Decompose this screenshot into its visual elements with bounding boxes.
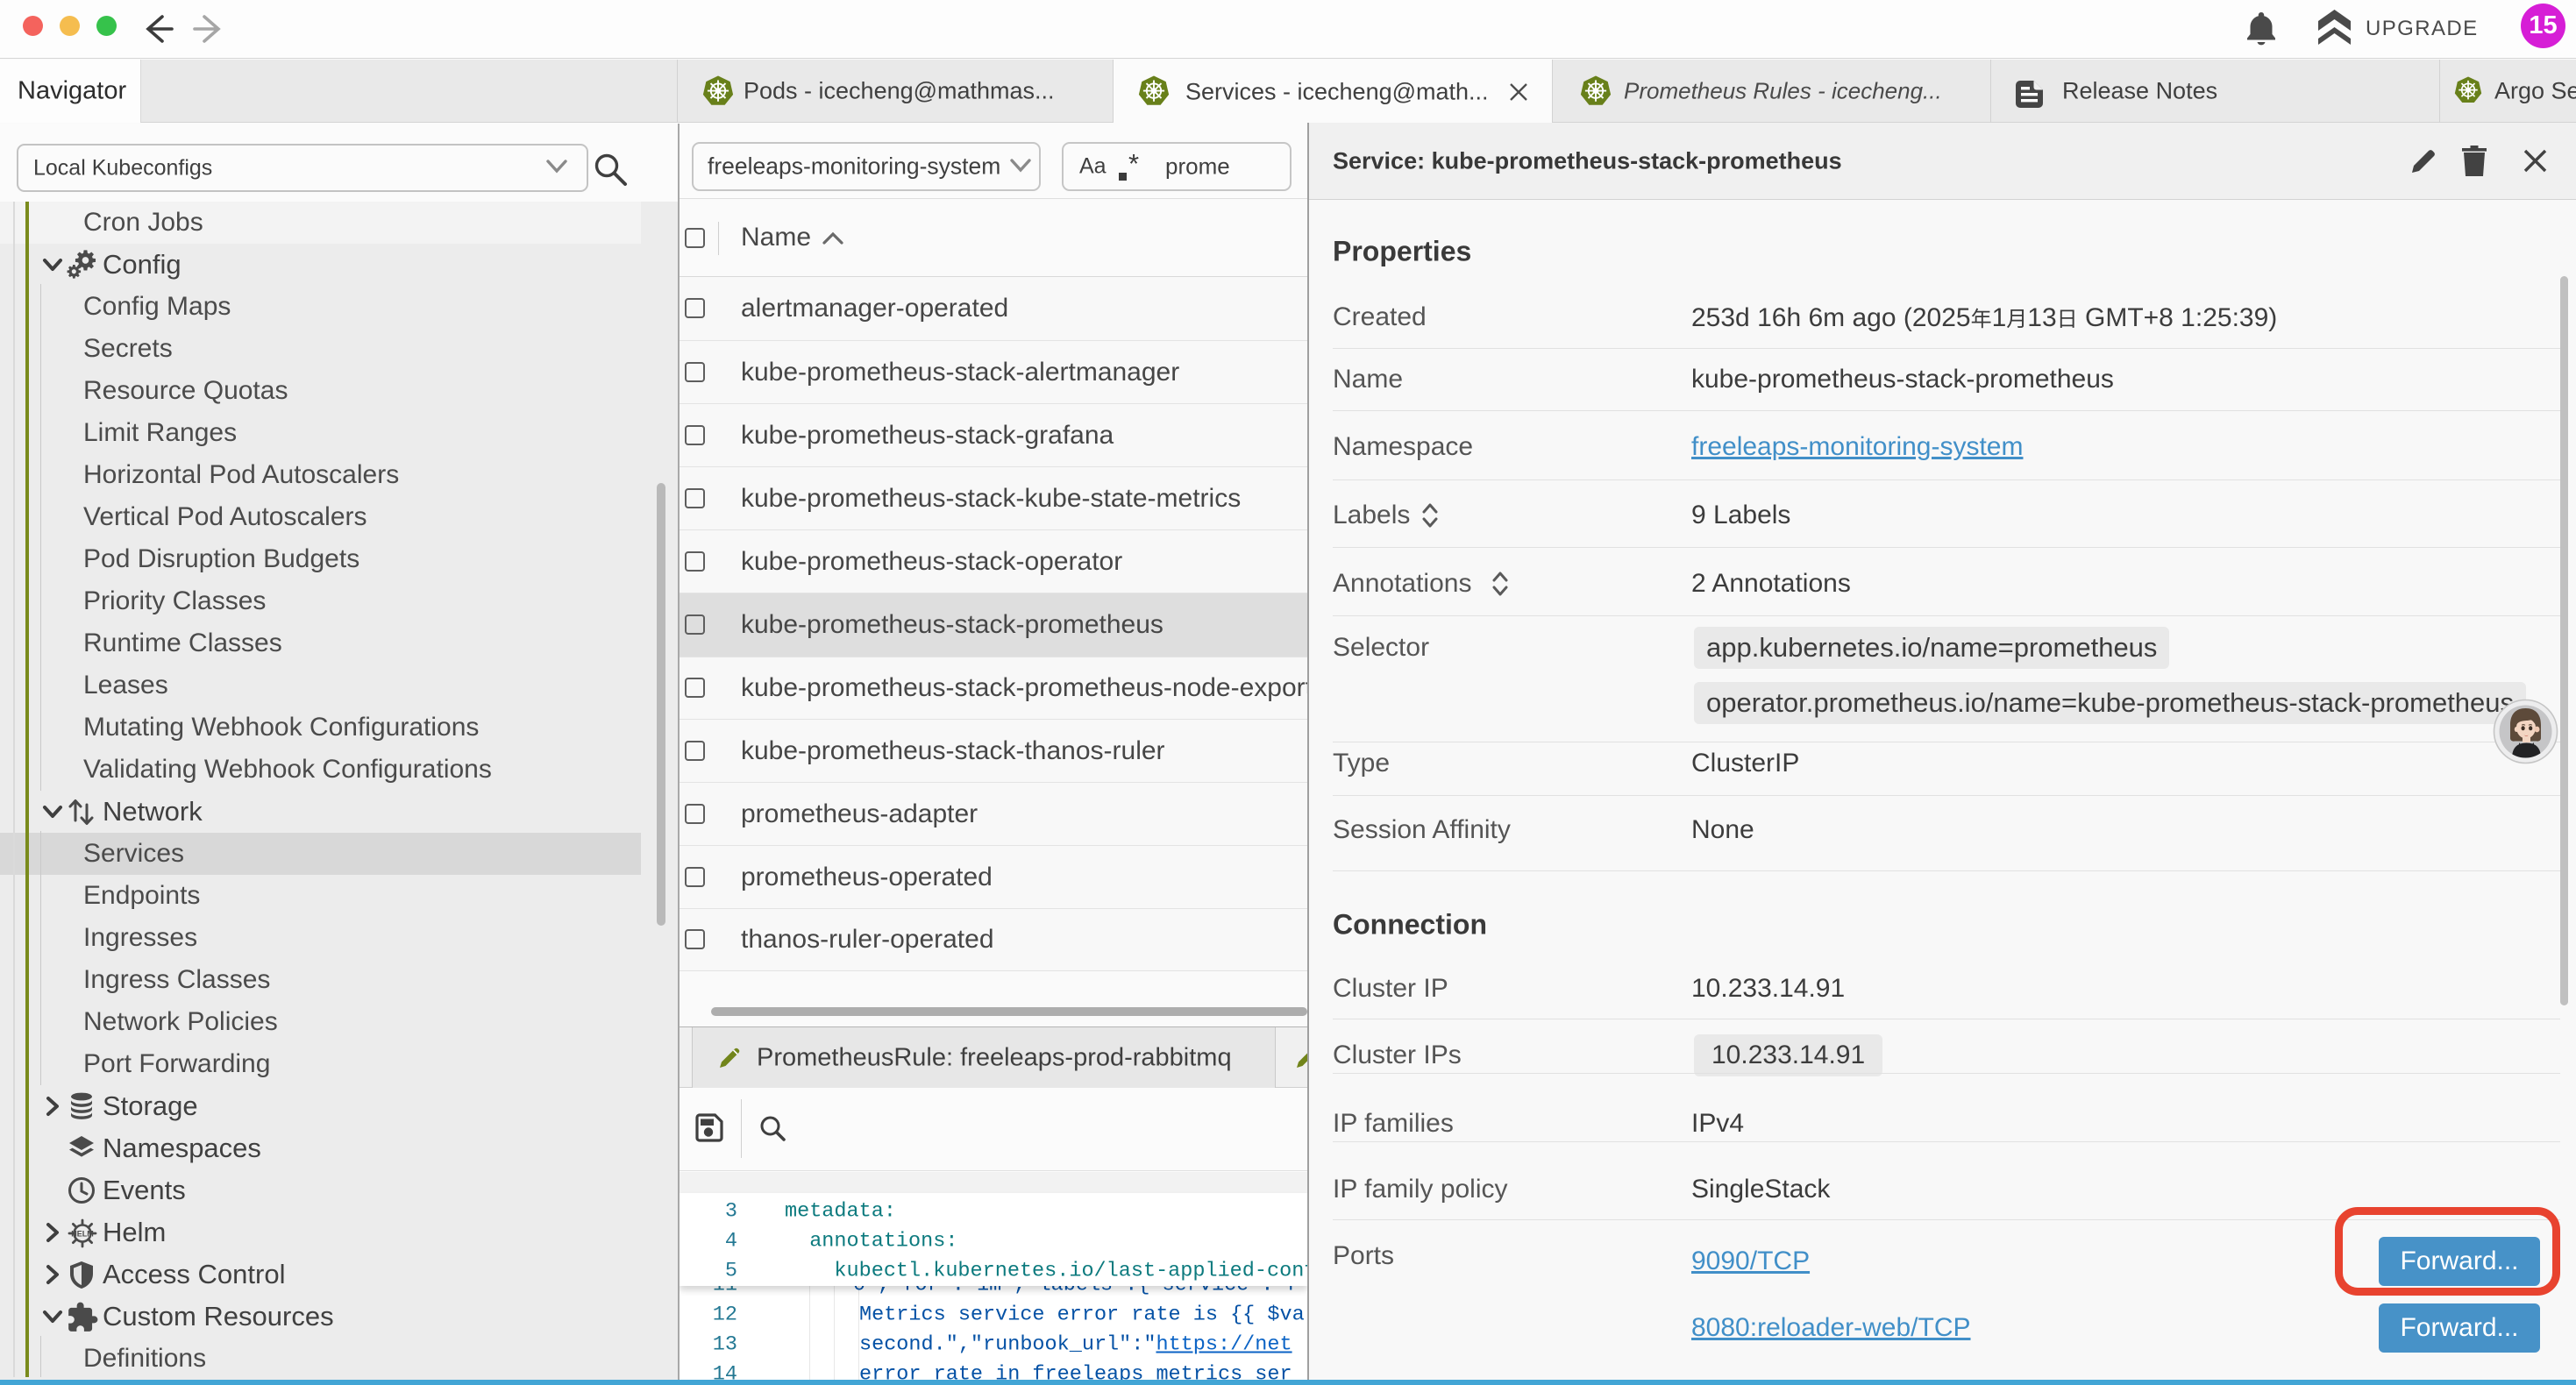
- svg-text:HELM: HELM: [71, 1230, 94, 1239]
